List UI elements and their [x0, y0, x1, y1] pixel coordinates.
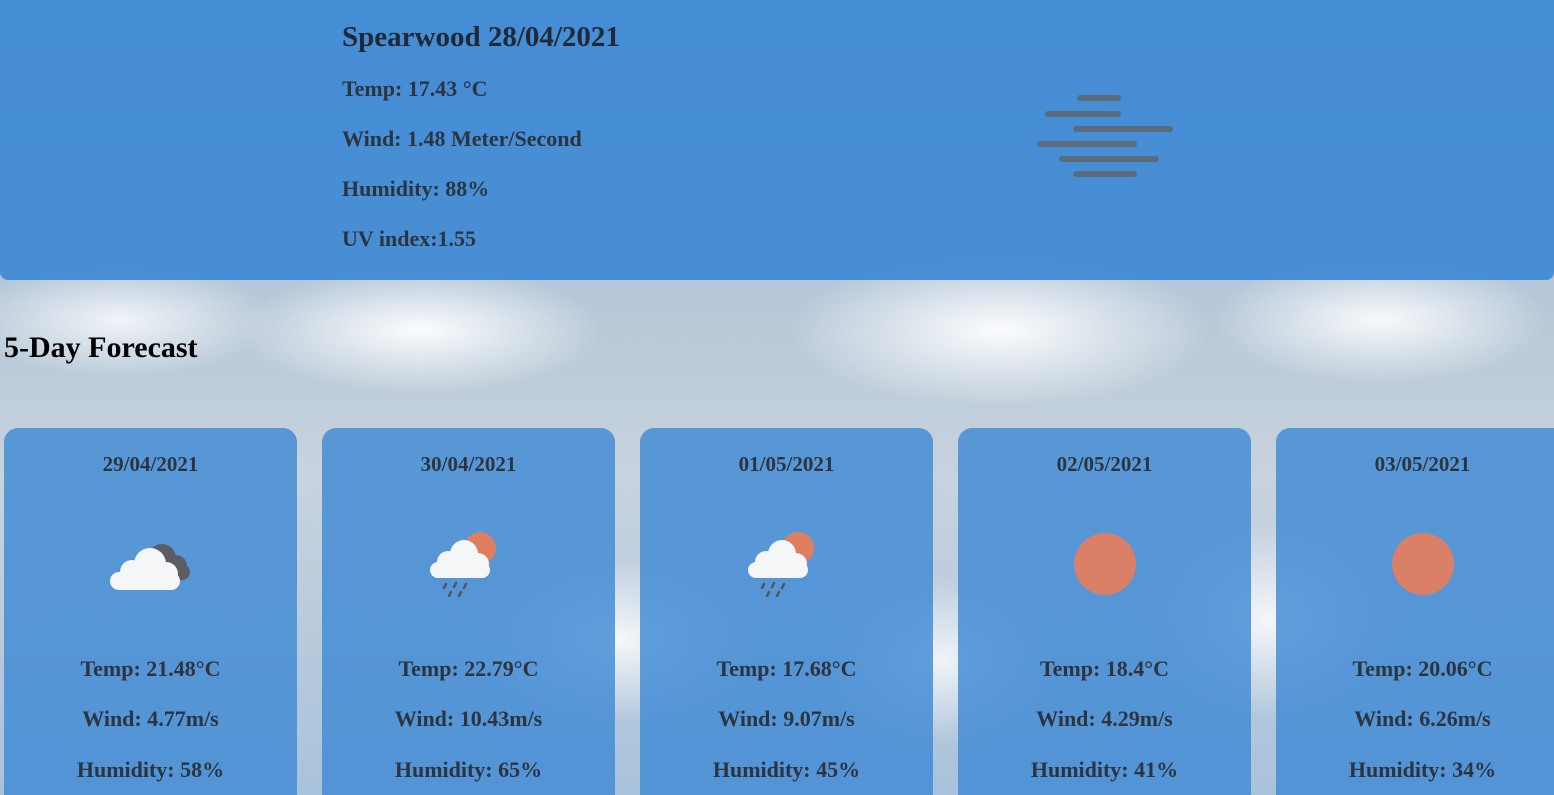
forecast-card: 02/05/2021 Temp: 18.4°C Wind: 4.29m/s Hu… [958, 428, 1251, 795]
current-weather-panel: Spearwood 28/04/2021 Temp: 17.43 °C Wind… [0, 0, 1554, 280]
forecast-date: 30/04/2021 [420, 452, 517, 476]
broken-clouds-icon [110, 544, 190, 590]
forecast-heading: 5-Day Forecast [4, 331, 198, 364]
rain-icon [748, 532, 814, 598]
forecast-date: 02/05/2021 [1056, 452, 1153, 476]
current-wind: Wind: 1.48 Meter/Second [342, 126, 582, 151]
clear-sky-icon [1074, 533, 1136, 595]
current-weather-info: Spearwood 28/04/2021 Temp: 17.43 °C Wind… [342, 18, 620, 276]
forecast-wind: Wind: 4.29m/s [1036, 706, 1173, 731]
forecast-humidity: Humidity: 58% [76, 757, 225, 782]
forecast-date: 29/04/2021 [102, 452, 199, 476]
clear-sky-icon [1392, 533, 1454, 595]
city-date-title: Spearwood 28/04/2021 [342, 21, 620, 53]
forecast-wind: Wind: 10.43m/s [394, 706, 543, 731]
forecast-date: 03/05/2021 [1374, 452, 1471, 476]
forecast-cards: 29/04/2021 Temp: 21.48°C Wind: 4.77m/s H… [4, 428, 1554, 795]
current-temp: Temp: 17.43 °C [342, 76, 488, 101]
forecast-temp: Temp: 20.06°C [1352, 656, 1493, 681]
forecast-temp: Temp: 18.4°C [1040, 656, 1169, 681]
forecast-card: 29/04/2021 Temp: 21.48°C Wind: 4.77m/s H… [4, 428, 297, 795]
forecast-humidity: Humidity: 34% [1348, 757, 1497, 782]
mist-icon [1037, 95, 1173, 177]
current-uv-index: UV index:1.55 [342, 226, 477, 251]
forecast-wind: Wind: 6.26m/s [1354, 706, 1491, 731]
forecast-card: 03/05/2021 Temp: 20.06°C Wind: 6.26m/s H… [1276, 428, 1554, 795]
rain-icon [430, 532, 496, 598]
forecast-humidity: Humidity: 65% [394, 757, 543, 782]
forecast-humidity: Humidity: 41% [1030, 757, 1179, 782]
forecast-wind: Wind: 4.77m/s [82, 706, 219, 731]
forecast-card: 30/04/2021 Temp: 22.79°C Wind: 10.43m/s … [322, 428, 615, 795]
forecast-temp: Temp: 22.79°C [398, 656, 539, 681]
current-humidity: Humidity: 88% [342, 176, 490, 201]
forecast-wind: Wind: 9.07m/s [718, 706, 855, 731]
forecast-card: 01/05/2021 Temp: 17.68°C Wind: 9.07m/s H… [640, 428, 933, 795]
forecast-temp: Temp: 21.48°C [80, 656, 221, 681]
forecast-humidity: Humidity: 45% [712, 757, 861, 782]
forecast-temp: Temp: 17.68°C [716, 656, 857, 681]
forecast-date: 01/05/2021 [738, 452, 835, 476]
